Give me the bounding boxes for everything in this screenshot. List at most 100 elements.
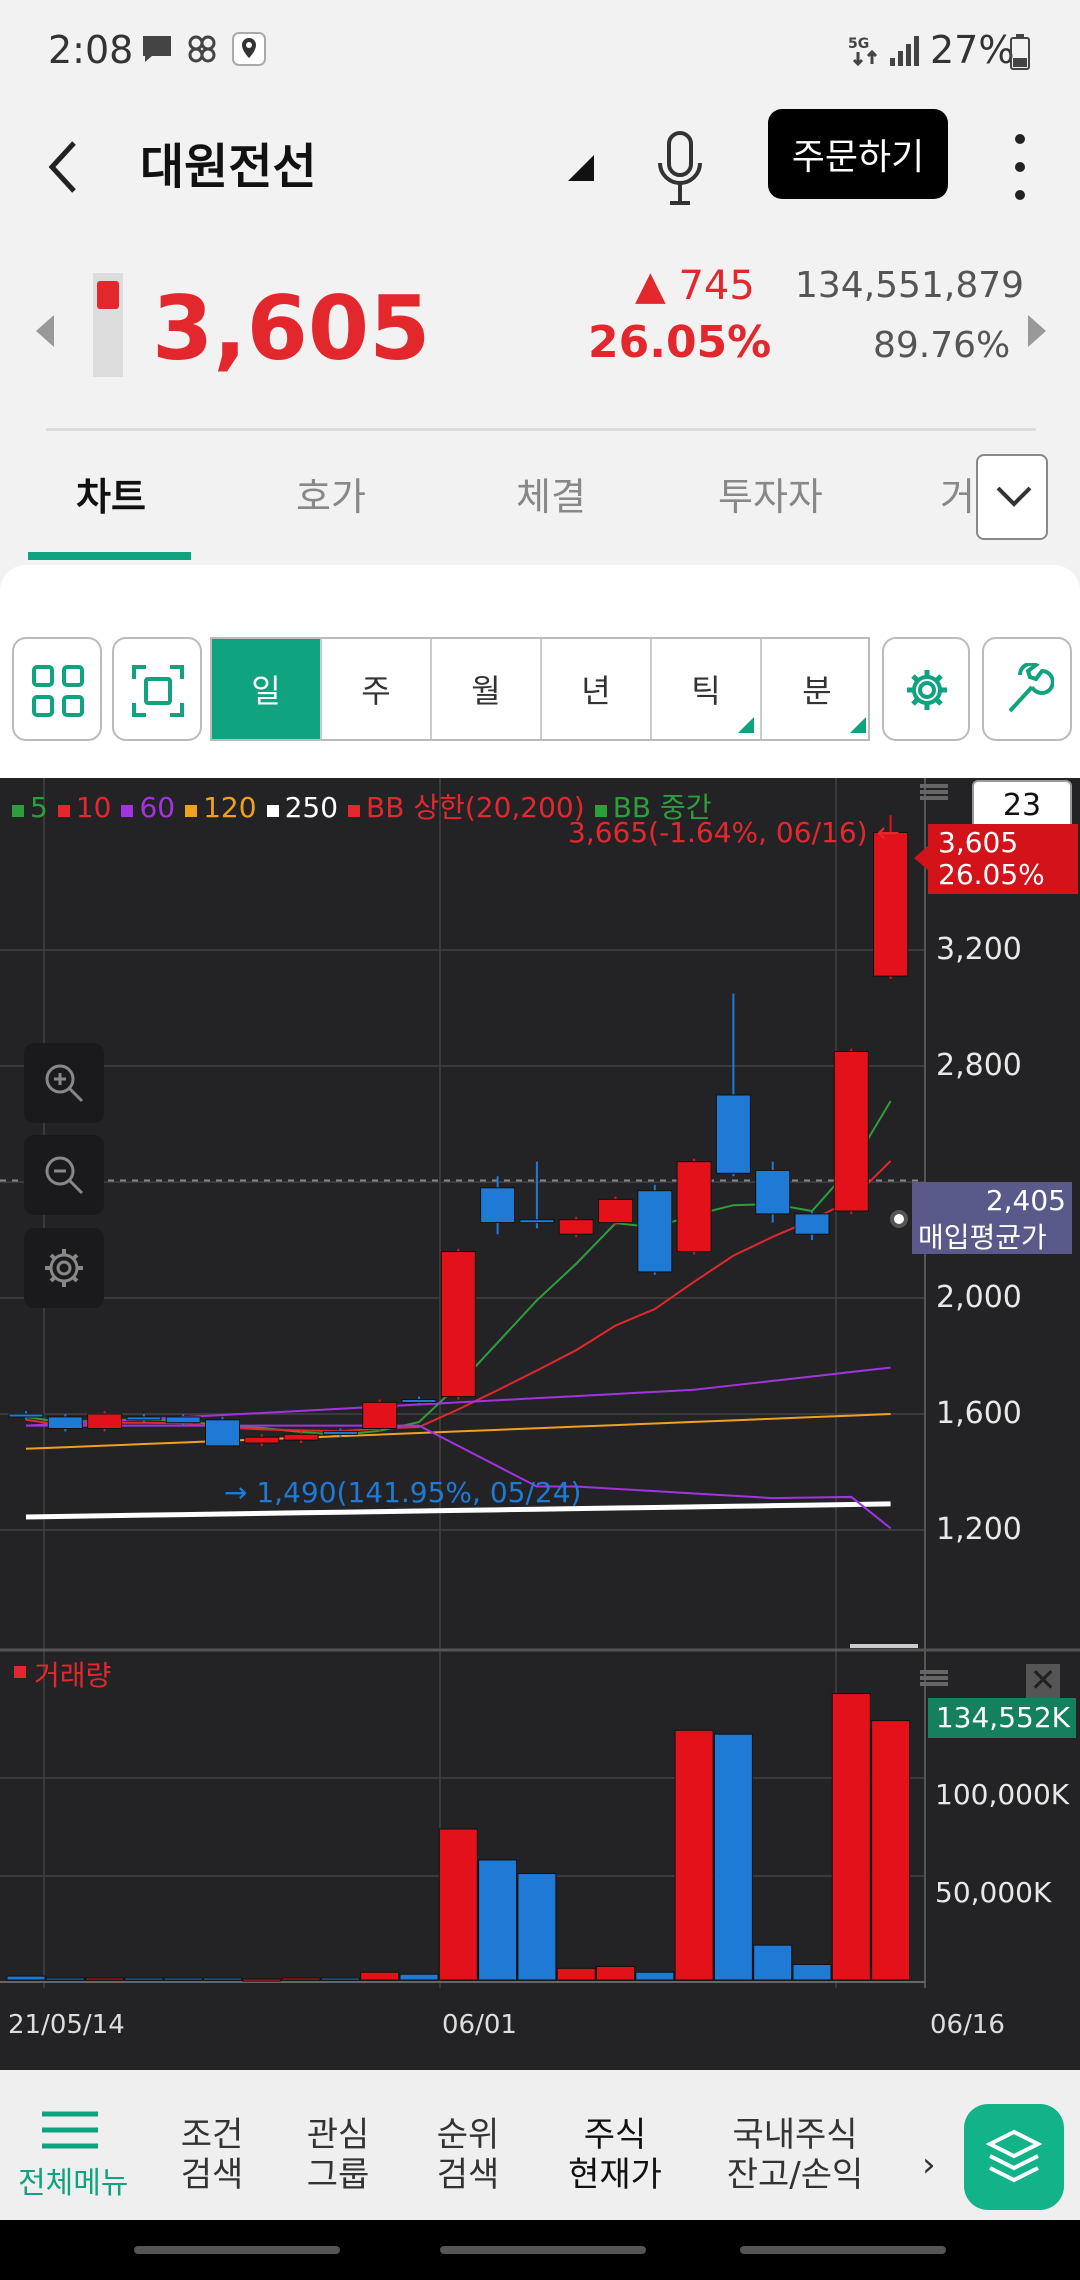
period-minute[interactable]: 분 (762, 639, 872, 739)
candle-body (480, 1187, 516, 1224)
nav-condition-search[interactable]: 조건 검색 (172, 2115, 252, 2195)
price-change: ▲ 745 (635, 263, 755, 309)
wrench-icon (1008, 663, 1054, 713)
volume-bar (674, 1729, 714, 1981)
nav-watch-group[interactable]: 관심 그룹 (298, 2115, 378, 2195)
candle-body (283, 1433, 319, 1441)
app-header: 대원전선 주문하기 (0, 105, 1080, 255)
volume-bar (478, 1859, 518, 1981)
map-pin-icon (232, 32, 266, 66)
tab-investors[interactable]: 투자자 (718, 466, 823, 521)
zoom-out-button[interactable] (24, 1135, 104, 1215)
stock-title[interactable]: 대원전선 (140, 127, 317, 197)
home-gesture[interactable] (440, 2246, 646, 2254)
order-button[interactable]: 주문하기 (768, 109, 948, 199)
volume-bar (635, 1971, 675, 1981)
nav-domestic-balance[interactable]: 국내주식 잔고/손익 (720, 2115, 870, 2195)
microphone-icon[interactable] (650, 123, 710, 213)
legend-swatch (266, 805, 279, 817)
legend-swatch (57, 805, 70, 817)
period-tick[interactable]: 틱 (652, 639, 762, 739)
gear-icon (907, 670, 947, 710)
volume-bar (871, 1720, 911, 1981)
tab-chart[interactable]: 차트 (76, 466, 146, 521)
price-position-indicator (93, 273, 123, 377)
back-gesture[interactable] (740, 2246, 946, 2254)
y-tick-label: 1,600 (936, 1396, 1022, 1431)
legend-label: 120 (203, 791, 257, 824)
period-year[interactable]: 년 (542, 639, 652, 739)
legend-swatch (121, 805, 134, 817)
stock-chart[interactable]: 5 10 60 120 250 BB 상한(20,200) BB 중간 23 3,665(-… (0, 778, 1080, 2070)
y-tick-label: 2,000 (936, 1280, 1022, 1315)
zoom-in-icon (45, 1064, 84, 1103)
price-change-percent: 26.05% (588, 317, 772, 368)
volume-panel-close-icon[interactable]: ✕ (1026, 1664, 1060, 1698)
volume-bar (242, 1978, 282, 1982)
candle-body (873, 832, 909, 977)
legend-swatch (185, 805, 198, 817)
y-tick-label: 1,200 (936, 1512, 1022, 1547)
tab-trades[interactable]: 체결 (516, 466, 586, 521)
candle-body (401, 1399, 437, 1403)
nav-stock-price[interactable]: 주식 현재가 (560, 2115, 670, 2195)
period-week[interactable]: 주 (322, 639, 432, 739)
zoom-in-button[interactable] (24, 1043, 104, 1123)
back-icon[interactable] (44, 137, 84, 197)
period-selector: 일 주 월 년 틱 분 (210, 637, 870, 741)
legend-label: 10 (75, 791, 112, 824)
dropdown-triangle-icon[interactable] (568, 155, 594, 181)
volume-bar (124, 1977, 164, 1981)
nav-all-menu[interactable]: 전체메뉴 (18, 2110, 140, 2202)
zoom-out-icon (45, 1156, 84, 1195)
tab-orderbook[interactable]: 호가 (296, 466, 366, 521)
candle-body (126, 1416, 162, 1421)
volume-tick-50000k: 50,000K (935, 1876, 1052, 1909)
nav-rank-search[interactable]: 순위 검색 (428, 2115, 508, 2195)
divider (46, 428, 1036, 431)
volume-bar (753, 1944, 793, 1981)
legend-item: 120 (185, 791, 257, 824)
low-price-annotation: → 1,490(141.95%, 05/24) (224, 1476, 582, 1509)
volume-bars (6, 1693, 911, 1982)
bottom-navigation: 전체메뉴 조건 검색 관심 그룹 순위 검색 주식 현재가 국내주식 잔고/손익 › (0, 2070, 1080, 2220)
x-label-mid: 06/01 (442, 2010, 517, 2040)
volume-bar (360, 1971, 400, 1981)
chart-settings-button[interactable] (882, 637, 970, 741)
tabs-expand-button[interactable] (976, 454, 1048, 540)
more-options-icon[interactable] (1010, 127, 1030, 207)
recents-gesture[interactable] (134, 2246, 340, 2254)
legend-swatch (348, 805, 361, 817)
candle-body (558, 1219, 594, 1235)
candle-body (440, 1251, 476, 1398)
tab-more[interactable]: 거 (940, 466, 974, 521)
fullscreen-button[interactable] (112, 637, 202, 741)
candle-body (755, 1169, 791, 1215)
candle-body (833, 1051, 869, 1212)
price-panel-menu-icon[interactable] (920, 782, 948, 802)
next-stock-arrow-icon[interactable] (1028, 315, 1046, 347)
avg-price-label: 매입평균가 (918, 1221, 1047, 1254)
prev-stock-arrow-icon[interactable] (36, 315, 54, 347)
grid-layout-button[interactable] (12, 637, 102, 741)
current-price-tag-value: 3,605 (938, 826, 1019, 859)
candle-body (676, 1161, 712, 1253)
quote-summary: 3,605 ▲ 745 26.05% 134,551,879 89.76% (0, 255, 1080, 425)
nav-scroll-chevron-icon[interactable]: › (922, 2145, 936, 2185)
high-price-annotation: 3,665(-1.64%, 06/16) ← (568, 816, 900, 849)
legend-label: BB 상한(20,200) (366, 791, 585, 824)
visible-candle-count[interactable]: 23 (972, 780, 1072, 830)
volume-bar (6, 1975, 46, 1981)
candle-body (598, 1198, 633, 1224)
avg-price-marker-icon (890, 1210, 908, 1228)
period-month[interactable]: 월 (432, 639, 542, 739)
period-day[interactable]: 일 (212, 639, 322, 739)
chart-options-button[interactable] (24, 1228, 104, 1308)
layers-fab[interactable] (964, 2104, 1064, 2210)
chart-tools-button[interactable] (982, 637, 1072, 741)
nav-all-menu-label: 전체메뉴 (18, 2166, 129, 2201)
gear-icon (45, 1249, 83, 1287)
grid-icon (32, 665, 84, 717)
message-icon (143, 36, 171, 62)
volume-panel-menu-icon[interactable] (920, 1668, 948, 1688)
